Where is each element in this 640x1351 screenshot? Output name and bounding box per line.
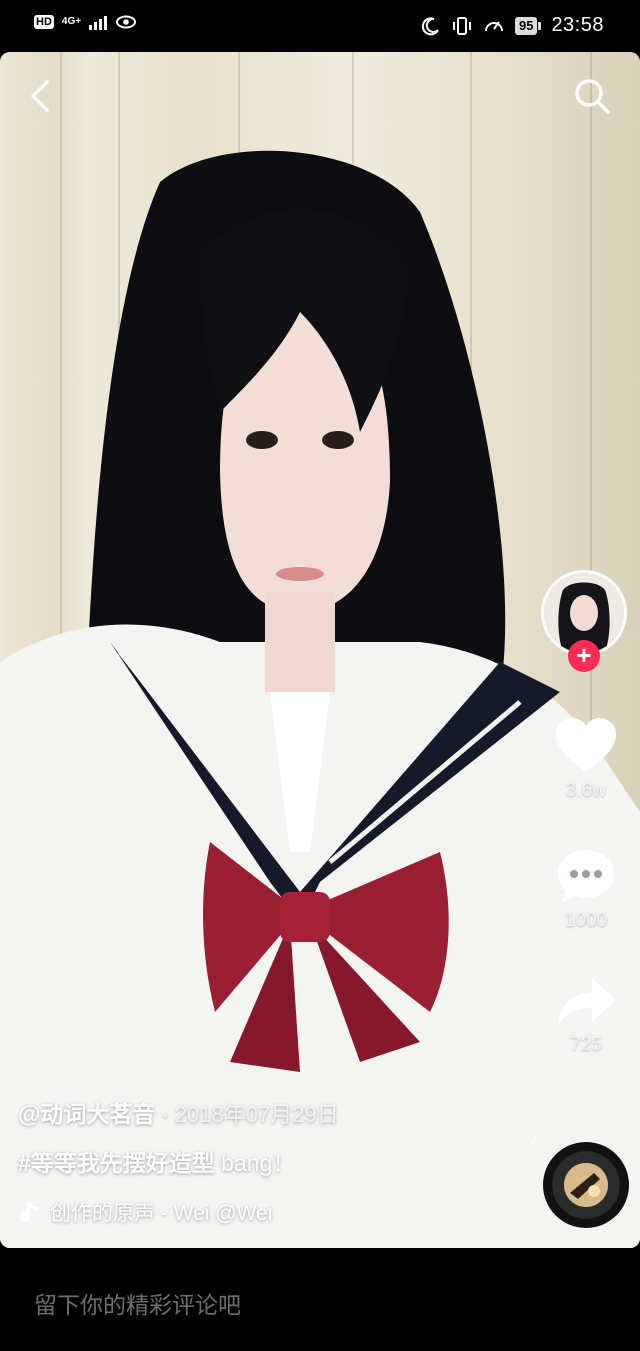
music-disc[interactable] <box>543 1142 629 1228</box>
description-line: #等等我先摆好造型 bang！ <box>18 1144 538 1178</box>
data-saver-icon <box>484 20 503 31</box>
signal-icon <box>89 14 108 30</box>
hashtag-link[interactable]: #等等我先摆好造型 <box>18 1150 215 1176</box>
date-separator: · <box>161 1102 169 1127</box>
comment-icon[interactable] <box>554 846 618 906</box>
author-name[interactable]: @动词大茗音 <box>18 1095 155 1129</box>
battery-level: 95 <box>514 16 538 35</box>
vibrate-icon <box>452 16 471 35</box>
eye-icon <box>116 15 137 29</box>
search-icon[interactable] <box>570 74 614 118</box>
floating-note-icon: ♪ <box>529 1128 538 1148</box>
network-type: 4G+ <box>61 16 82 27</box>
author-line: @动词大茗音 · 2018年07月29日 <box>18 1095 538 1129</box>
share-count: 725 <box>570 1034 602 1055</box>
creator-avatar-group[interactable]: + <box>541 570 629 672</box>
status-left: HD 4G+ <box>34 14 137 30</box>
battery-icon: 95 <box>514 16 542 35</box>
music-disc-cover <box>564 1163 608 1207</box>
comment-count: 1000 <box>564 910 608 931</box>
like-count: 3.6w <box>565 780 607 801</box>
comment-input[interactable]: 留下你的精彩评论吧 <box>34 1286 241 1320</box>
caption-text: bang！ <box>214 1150 296 1176</box>
comment-bar[interactable]: 留下你的精彩评论吧 <box>0 1248 640 1351</box>
heart-icon[interactable] <box>554 716 618 776</box>
music-title[interactable]: 创作的原声 - Wei @Wei <box>50 1197 360 1227</box>
status-right: 95 23:58 <box>421 14 604 37</box>
status-bar: HD 4G+ 95 23:58 <box>0 0 640 52</box>
music-note-icon <box>20 1202 39 1223</box>
back-arrow-icon[interactable] <box>22 76 62 116</box>
comment-action[interactable]: 1000 <box>548 846 624 932</box>
share-action[interactable]: 725 <box>548 974 624 1056</box>
music-line[interactable]: 创作的原声 - Wei @Wei <box>18 1197 538 1227</box>
like-action[interactable]: 3.6w <box>548 716 624 802</box>
follow-button[interactable]: + <box>568 640 600 672</box>
share-arrow-icon[interactable] <box>554 974 618 1030</box>
hd-badge: HD <box>34 15 54 29</box>
moon-icon <box>421 16 439 35</box>
post-date: 2018年07月29日 <box>174 1102 339 1127</box>
clock: 23:58 <box>551 14 604 36</box>
